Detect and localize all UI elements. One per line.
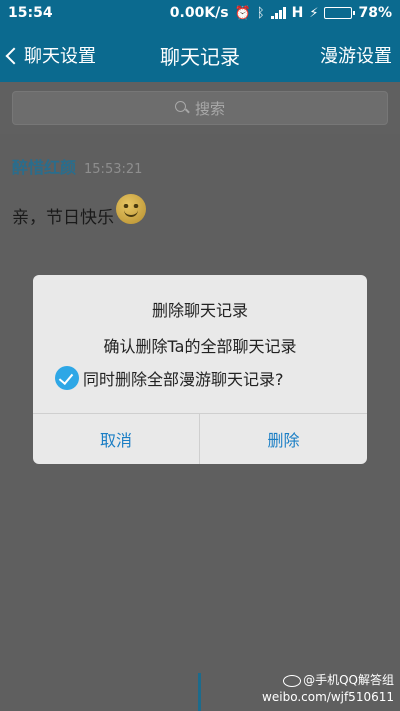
battery-icon [324, 7, 356, 19]
nav-bar: 聊天设置 聊天记录 漫游设置 [0, 28, 400, 82]
smile-emoji-icon [116, 194, 146, 224]
weibo-icon [283, 674, 302, 687]
network-speed: 0.00K/s [169, 5, 229, 21]
delete-button[interactable]: 删除 [200, 414, 367, 464]
bluetooth-icon: ᛒ [256, 5, 265, 21]
charging-icon: ⚡ [309, 5, 319, 21]
cancel-button[interactable]: 取消 [33, 414, 200, 464]
message-content[interactable]: 亲，节日快乐 [12, 194, 146, 230]
checkmark-icon [55, 366, 79, 390]
dialog-message: 确认删除Ta的全部聊天记录 [103, 337, 297, 356]
search-placeholder: 搜索 [194, 99, 225, 118]
signal-icon [270, 7, 286, 19]
roaming-settings-button[interactable]: 漫游设置 [320, 42, 392, 68]
message-text: 亲，节日快乐 [12, 207, 114, 228]
alarm-clock-icon: ⏰ [234, 5, 251, 21]
delete-roaming-checkbox[interactable]: 同时删除全部漫游聊天记录? [55, 366, 284, 390]
status-time: 15:54 [8, 5, 53, 21]
search-icon [174, 101, 189, 115]
status-bar: 15:54 0.00K/s ⏰ ᛒ H ⚡ 78% [0, 0, 400, 28]
delete-dialog: 删除聊天记录 确认删除Ta的全部聊天记录 同时删除全部漫游聊天记录? 取消 删除 [33, 275, 367, 464]
dialog-title: 删除聊天记录 [151, 301, 248, 320]
message-time: 15:53:21 [84, 162, 143, 177]
watermark-handle: @手机QQ解答组 [303, 673, 394, 687]
message-header: 醉惜红颜 15:53:21 [12, 154, 142, 178]
search-bar: 搜索 [0, 82, 400, 134]
watermark-url: weibo.com/wjf510611 [262, 690, 394, 704]
status-indicators: 0.00K/s ⏰ ᛒ H ⚡ 78% [170, 5, 392, 21]
watermark: @手机QQ解答组 weibo.com/wjf510611 [262, 672, 394, 706]
battery-percent: 78% [358, 5, 392, 21]
checkbox-label: 同时删除全部漫游聊天记录? [83, 370, 284, 389]
divider [198, 673, 201, 711]
network-type: H [291, 5, 304, 21]
search-input[interactable]: 搜索 [12, 91, 388, 125]
message-sender[interactable]: 醉惜红颜 [12, 154, 76, 178]
